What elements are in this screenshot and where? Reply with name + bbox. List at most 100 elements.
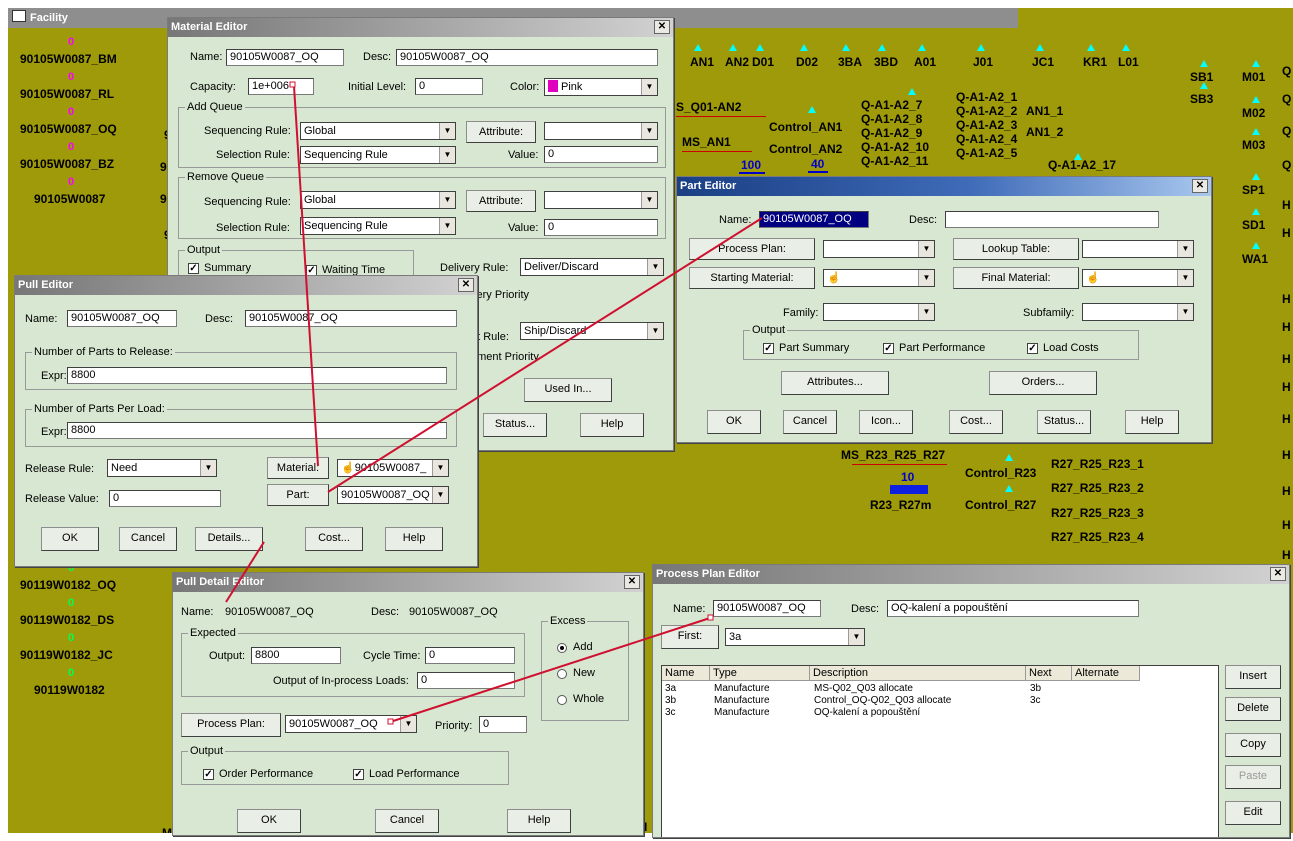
station-label[interactable]: J01 (973, 55, 993, 69)
load-label[interactable]: 90119W0182_DS (20, 613, 114, 627)
subfamily-select[interactable]: ▼ (1082, 303, 1194, 321)
r27-label[interactable]: R27_R25_R23_3 (1051, 506, 1144, 520)
r27-label[interactable]: R27_R25_R23_2 (1051, 481, 1144, 495)
help-button[interactable]: Help (507, 809, 571, 833)
chevron-down-icon[interactable]: ▼ (200, 460, 216, 476)
used-in-button[interactable]: Used In... (524, 378, 612, 402)
q-label[interactable]: Q-A1-A2_2 (956, 104, 1017, 118)
pull-editor-window[interactable]: Pull Editor ✕ Name: 90105W0087_OQ Desc: 9… (14, 275, 478, 567)
load-label[interactable]: 90119W0182_OQ (20, 578, 116, 592)
load-label[interactable]: 90105W0087_RL (20, 87, 114, 101)
station-label[interactable]: AN2 (725, 55, 749, 69)
chevron-down-icon[interactable]: ▼ (400, 716, 416, 732)
process-plan-select[interactable]: 90105W0087_OQ ▼ (285, 715, 417, 733)
name-field[interactable]: 90105W0087_OQ (759, 211, 869, 228)
row-description[interactable]: MS-Q02_Q03 allocate (814, 683, 913, 694)
station-label[interactable]: WA1 (1242, 252, 1268, 266)
row-type[interactable]: Manufacture (714, 707, 770, 718)
q-label[interactable]: Q-A1-A2_4 (956, 132, 1017, 146)
ms-an1-label[interactable]: MS_AN1 (682, 135, 731, 149)
an1-2-label[interactable]: AN1_2 (1026, 125, 1063, 139)
attribute-select[interactable]: ▼ (544, 122, 658, 140)
remove-attribute-button[interactable]: Attribute: (466, 190, 536, 212)
paste-button[interactable]: Paste (1225, 765, 1281, 789)
material-editor-titlebar[interactable]: Material Editor ✕ (168, 18, 673, 37)
delivery-rule-select[interactable]: Deliver/Discard ▼ (520, 258, 664, 276)
chevron-down-icon[interactable]: ▼ (439, 218, 455, 234)
process-plan-select[interactable]: ▼ (823, 240, 935, 258)
col-header-description[interactable]: Description (810, 666, 1026, 681)
part-button[interactable]: Part: (267, 484, 329, 506)
station-label[interactable]: SB3 (1190, 92, 1213, 106)
row-description[interactable]: OQ-kalení a popouštění (814, 707, 920, 718)
material-button[interactable]: Material: (267, 457, 329, 479)
part-editor-window[interactable]: Part Editor ✕ Name: 90105W0087_OQ Desc: P… (676, 176, 1212, 443)
q-label[interactable]: Q-A1-A2_8 (861, 112, 922, 126)
ok-button[interactable]: OK (707, 410, 761, 434)
row-description[interactable]: Control_OQ-Q02_Q03 allocate (814, 695, 951, 706)
ok-button[interactable]: OK (237, 809, 301, 833)
station-label[interactable]: M02 (1242, 106, 1265, 120)
summary-checkbox[interactable]: ✓ (188, 263, 199, 274)
chevron-down-icon[interactable]: ▼ (439, 192, 455, 208)
lookup-table-button[interactable]: Lookup Table: (953, 238, 1079, 260)
cancel-button[interactable]: Cancel (375, 809, 439, 833)
chevron-down-icon[interactable]: ▼ (439, 147, 455, 163)
part-performance-checkbox[interactable]: ✓ (883, 343, 894, 354)
status-button[interactable]: Status... (1037, 410, 1091, 434)
control-an1-label[interactable]: Control_AN1 (769, 120, 842, 134)
first-button[interactable]: First: (661, 625, 719, 649)
ok-button[interactable]: OK (41, 527, 99, 551)
selection-rule-select[interactable]: Sequencing Rule ▼ (300, 146, 456, 164)
station-label[interactable]: L01 (1118, 55, 1139, 69)
cycle-time-field[interactable]: 0 (425, 647, 515, 664)
attribute-button[interactable]: Attribute: (466, 121, 536, 143)
q-label[interactable]: Q-A1-A2_9 (861, 126, 922, 140)
close-icon[interactable]: ✕ (654, 20, 670, 34)
close-icon[interactable]: ✕ (458, 278, 474, 292)
shipment-rule-select[interactable]: Ship/Discard ▼ (520, 322, 664, 340)
chevron-down-icon[interactable]: ▼ (439, 123, 455, 139)
attributes-button[interactable]: Attributes... (781, 371, 889, 395)
row-next[interactable]: 3b (1030, 683, 1041, 694)
add-radio[interactable] (557, 643, 567, 653)
row-type[interactable]: Manufacture (714, 683, 770, 694)
status-button[interactable]: Status... (483, 413, 547, 437)
row-name[interactable]: 3c (665, 707, 676, 718)
load-label[interactable]: 90105W0087 (34, 192, 105, 206)
chevron-down-icon[interactable]: ▼ (1177, 304, 1193, 320)
control-r27-label[interactable]: Control_R27 (965, 498, 1036, 512)
close-icon[interactable]: ✕ (1192, 179, 1208, 193)
orders-button[interactable]: Orders... (989, 371, 1097, 395)
chevron-down-icon[interactable]: ▼ (1177, 270, 1193, 286)
release-rule-select[interactable]: Need ▼ (107, 459, 217, 477)
starting-material-select[interactable]: ☝ ▼ (823, 269, 935, 287)
an1-1-label[interactable]: AN1_1 (1026, 104, 1063, 118)
pull-detail-editor-titlebar[interactable]: Pull Detail Editor ✕ (173, 573, 643, 592)
close-icon[interactable]: ✕ (1270, 567, 1286, 581)
q-label[interactable]: Q-A1-A2_10 (861, 140, 929, 154)
process-plan-button[interactable]: Process Plan: (689, 238, 815, 260)
remove-attribute-select[interactable]: ▼ (544, 191, 658, 209)
remove-sequencing-rule-select[interactable]: Global ▼ (300, 191, 456, 209)
icon-button[interactable]: Icon... (859, 410, 913, 434)
ms-r23-label[interactable]: MS_R23_R25_R27 (841, 448, 945, 462)
edit-button[interactable]: Edit (1225, 801, 1281, 825)
insert-button[interactable]: Insert (1225, 665, 1281, 689)
starting-material-button[interactable]: Starting Material: (689, 267, 815, 289)
desc-field[interactable]: OQ-kalení a popouštění (887, 600, 1139, 617)
cancel-button[interactable]: Cancel (119, 527, 177, 551)
chevron-down-icon[interactable]: ▼ (641, 123, 657, 139)
inprocess-field[interactable]: 0 (417, 672, 515, 689)
sequencing-rule-select[interactable]: Global ▼ (300, 122, 456, 140)
chevron-down-icon[interactable]: ▼ (641, 79, 657, 95)
whole-radio[interactable] (557, 695, 567, 705)
initial-level-field[interactable]: 0 (415, 78, 483, 95)
row-name[interactable]: 3a (665, 683, 676, 694)
col-header-alternate[interactable]: Alternate (1072, 666, 1140, 681)
r27-label[interactable]: R27_R25_R23_4 (1051, 530, 1144, 544)
ms-q01-label[interactable]: S_Q01-AN2 (676, 100, 741, 114)
load-label[interactable]: 90119W0182_JC (20, 648, 113, 662)
chevron-down-icon[interactable]: ▼ (432, 487, 448, 503)
name-field[interactable]: 90105W0087_OQ (713, 600, 821, 617)
